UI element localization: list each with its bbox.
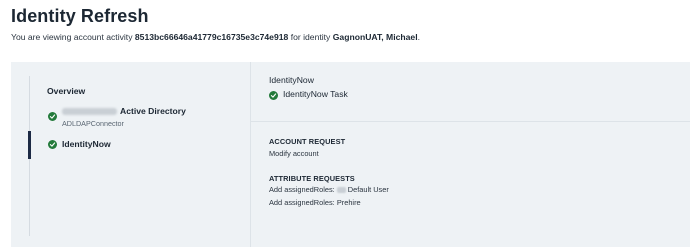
detail-task-label: IdentityNow Task [283, 89, 348, 99]
step-name: Active Directory [62, 106, 186, 116]
subtitle-mid: for identity [290, 32, 331, 42]
subtitle-prefix: You are viewing account activity [11, 32, 133, 42]
panel-divider [250, 62, 251, 247]
activity-id: 8513bc66646a41779c16735e3c74e918 [134, 32, 289, 42]
check-circle-icon [48, 112, 57, 121]
account-request-value: Modify account [269, 149, 319, 158]
steps-nav: Overview Active Directory ADLDAPConnecto… [28, 76, 239, 236]
attribute-request-item: Add assignedRoles: Default User [269, 185, 389, 194]
redacted-text [336, 187, 346, 194]
overview-heading: Overview [47, 86, 86, 96]
step-active-directory[interactable]: Active Directory ADLDAPConnector [29, 105, 239, 131]
step-connector: ADLDAPConnector [62, 119, 124, 128]
page-subtitle: You are viewing account activity 8513bc6… [11, 32, 420, 42]
check-circle-icon [269, 91, 278, 100]
activity-panel: Overview Active Directory ADLDAPConnecto… [11, 62, 690, 247]
attribute-requests-heading: ATTRIBUTE REQUESTS [269, 174, 355, 183]
selected-indicator [28, 131, 31, 159]
identity-name: GagnonUAT, Michael [332, 32, 418, 42]
step-identitynow[interactable]: IdentityNow [28, 131, 239, 159]
step-name: IdentityNow [62, 139, 111, 149]
redacted-text [62, 108, 117, 116]
attribute-request-item: Add assignedRoles: Prehire [269, 198, 361, 207]
account-request-heading: ACCOUNT REQUEST [269, 137, 346, 146]
detail-app-name: IdentityNow [269, 75, 314, 85]
check-circle-icon [48, 140, 57, 149]
subtitle-suffix: . [417, 32, 420, 42]
page-title: Identity Refresh [11, 6, 149, 26]
detail-pane: IdentityNow IdentityNow Task ACCOUNT REQ… [269, 62, 679, 247]
